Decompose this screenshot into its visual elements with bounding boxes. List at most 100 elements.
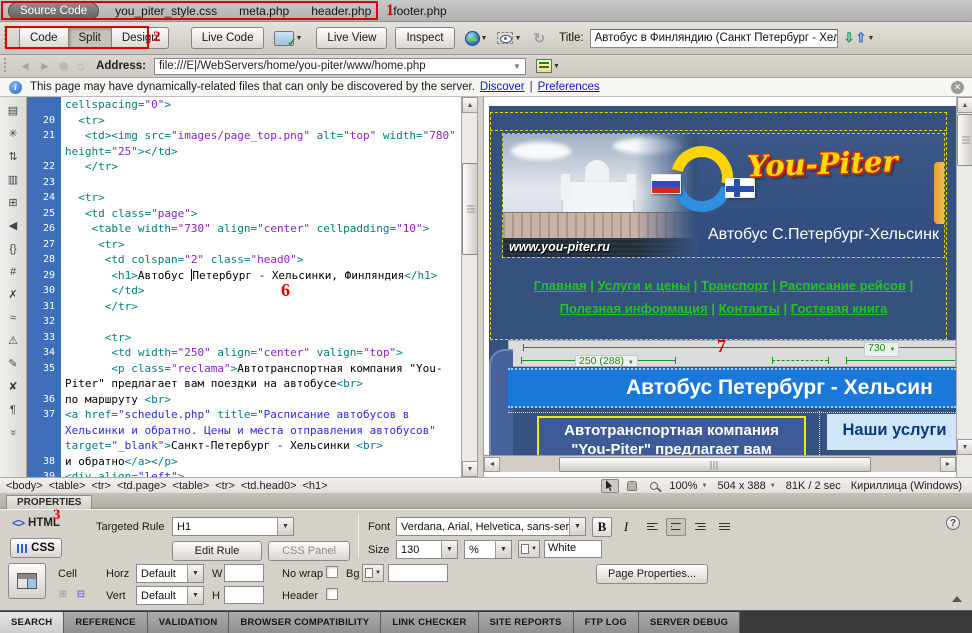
menu-link[interactable]: Главная [534,278,587,293]
code-navigator-icon[interactable]: ✳ [4,125,23,142]
related-file-tab[interactable]: meta.php [239,4,289,18]
horz-select[interactable]: Default [136,564,204,583]
code-line[interactable]: 34 <td width="250" align="center" valign… [27,345,461,361]
code-line[interactable]: 31 </tr> [27,299,461,315]
align-right-button[interactable] [690,518,710,536]
line-numbers-icon[interactable]: # [4,263,23,280]
menu-link[interactable]: Полезная информация [560,301,708,316]
targeted-rule-select[interactable]: H1 [172,517,294,536]
inspect-button[interactable]: Inspect [395,27,454,49]
italic-button[interactable]: I [616,517,636,537]
apply-comment-icon[interactable]: ✎ [4,355,23,372]
document-title-input[interactable]: Автобус в Финляндию (Санкт Петербург - Х… [590,29,838,48]
related-file-tab[interactable]: footer.php [393,4,446,18]
collapse-full-tag-icon[interactable]: ⇅ [4,148,23,165]
code-view-button[interactable]: Code [19,27,68,49]
discover-link[interactable]: Discover [480,81,525,93]
help-icon[interactable]: ? [946,516,960,530]
more-icons-chevron-icon[interactable]: » [5,423,22,442]
code-line[interactable]: 32 [27,314,461,330]
preview-in-browser-icon[interactable]: ▼ [465,31,488,46]
scroll-down-icon[interactable]: ▼ [957,439,972,455]
code-line[interactable]: 20 <tr> [27,113,461,129]
collapse-panel-icon[interactable] [952,596,962,602]
zoom-tool-icon[interactable] [645,479,663,493]
tag-selector-item[interactable]: <tr> [215,480,235,492]
balance-braces-icon[interactable]: {} [4,240,23,257]
scroll-up-icon[interactable]: ▲ [462,97,478,113]
window-size-select[interactable]: 504 x 388▼ [717,480,775,492]
source-code-tab[interactable]: Source Code [8,2,99,20]
related-file-tab[interactable]: you_piter_style.css [115,4,217,18]
word-wrap-icon[interactable]: ≈ [4,309,23,326]
file-management-icons[interactable]: ⇩ ⇧ ▼ [844,30,875,46]
scroll-up-icon[interactable]: ▲ [957,97,972,113]
address-dropdown-icon[interactable]: ▼ [513,62,521,71]
code-line[interactable]: 23 [27,175,461,191]
menu-link[interactable]: Услуги и цены [598,278,691,293]
view-options-dropdown-icon[interactable]: ▼ [553,63,560,70]
check-browser-compatibility-icon[interactable]: ▼ [274,31,302,46]
tag-selector-item[interactable]: <td.page> [117,480,167,492]
page-heading[interactable]: Автобус Петербург - Хельсин [508,368,956,408]
get-file-icon[interactable]: ⇩ [844,30,855,46]
scroll-down-icon[interactable]: ▼ [462,461,478,477]
split-view-button[interactable]: Split [68,27,111,49]
bg-color-field[interactable] [388,564,448,582]
code-line[interactable]: 22 </tr> [27,159,461,175]
toolbar-grip[interactable] [2,26,9,50]
results-tab-validation[interactable]: VALIDATION [148,612,230,633]
select-parent-tag-icon[interactable]: ◀ [4,217,23,234]
align-justify-button[interactable] [714,518,734,536]
home-icon[interactable]: ⌂ [77,59,84,73]
scroll-right-icon[interactable]: ► [940,457,956,472]
tag-selector-item[interactable]: <table> [49,480,86,492]
open-documents-icon[interactable]: ▤ [4,102,23,119]
expand-all-icon[interactable]: ⊞ [4,194,23,211]
menu-link[interactable]: Гостевая книга [791,301,888,316]
tag-selector-item[interactable]: <td.head0> [241,480,297,492]
results-tab-server-debug[interactable]: SERVER DEBUG [639,612,740,633]
forward-icon[interactable]: ► [39,59,51,73]
css-panel-button[interactable]: CSS Panel [268,541,350,561]
design-horizontal-scrollbar[interactable]: ◄ ► [484,455,956,472]
results-tab-site-reports[interactable]: SITE REPORTS [479,612,574,633]
view-options-icon[interactable] [536,59,552,73]
bold-button[interactable]: B [592,517,612,537]
live-code-button[interactable]: Live Code [191,27,265,49]
highlight-invalid-code-icon[interactable]: ✗ [4,286,23,303]
cell-width-input[interactable] [224,564,264,582]
cell-height-input[interactable] [224,586,264,604]
vert-select[interactable]: Default [136,586,204,605]
column-width-menu[interactable]: 250 (288) ▼ [575,355,638,367]
address-input[interactable]: file:///E|/WebServers/home/you-piter/www… [154,58,526,75]
remove-comment-icon[interactable]: ✘ [4,378,23,395]
no-wrap-checkbox[interactable] [326,566,338,578]
code-line[interactable]: 27 <tr> [27,237,461,253]
code-line[interactable]: 26 <table width="730" align="center" cel… [27,221,461,237]
design-view-button[interactable]: Design [111,27,169,49]
code-line[interactable]: 38и обратно</a></p> [27,454,461,470]
tag-selector-item[interactable]: <tr> [91,480,111,492]
code-line[interactable]: 39<div align="left"> [27,469,461,477]
related-file-tab[interactable]: header.php [311,4,371,18]
code-line[interactable]: 24 <tr> [27,190,461,206]
code-line[interactable]: 29 <h1>Автобус Петербург - Хельсинки, Фи… [27,268,461,284]
results-tab-reference[interactable]: REFERENCE [64,612,147,633]
code-line[interactable]: 28 <td colspan="2" class="head0"> [27,252,461,268]
code-line[interactable]: 25 <td class="page"> [27,206,461,222]
align-left-button[interactable] [642,518,662,536]
put-file-icon[interactable]: ⇧ [856,30,867,46]
code-line[interactable]: 36по маршруту <br> [27,392,461,408]
preferences-link[interactable]: Preferences [538,81,600,93]
hand-tool-icon[interactable] [623,479,641,493]
format-source-icon[interactable]: ¶ [4,401,23,418]
code-vertical-scrollbar[interactable]: ▲ ▼ [461,97,477,477]
code-line[interactable]: 33 <tr> [27,330,461,346]
results-tab-ftp-log[interactable]: FTP LOG [574,612,639,633]
tag-selector-item[interactable]: <table> [173,480,210,492]
font-select[interactable]: Verdana, Arial, Helvetica, sans-serif [396,517,586,536]
code-line[interactable]: cellspacing="0"> [27,97,461,113]
design-scroll-thumb[interactable] [957,114,972,166]
design-page[interactable]: You-Piter Автобус С.Петербург-Хельсинк w… [489,106,956,455]
